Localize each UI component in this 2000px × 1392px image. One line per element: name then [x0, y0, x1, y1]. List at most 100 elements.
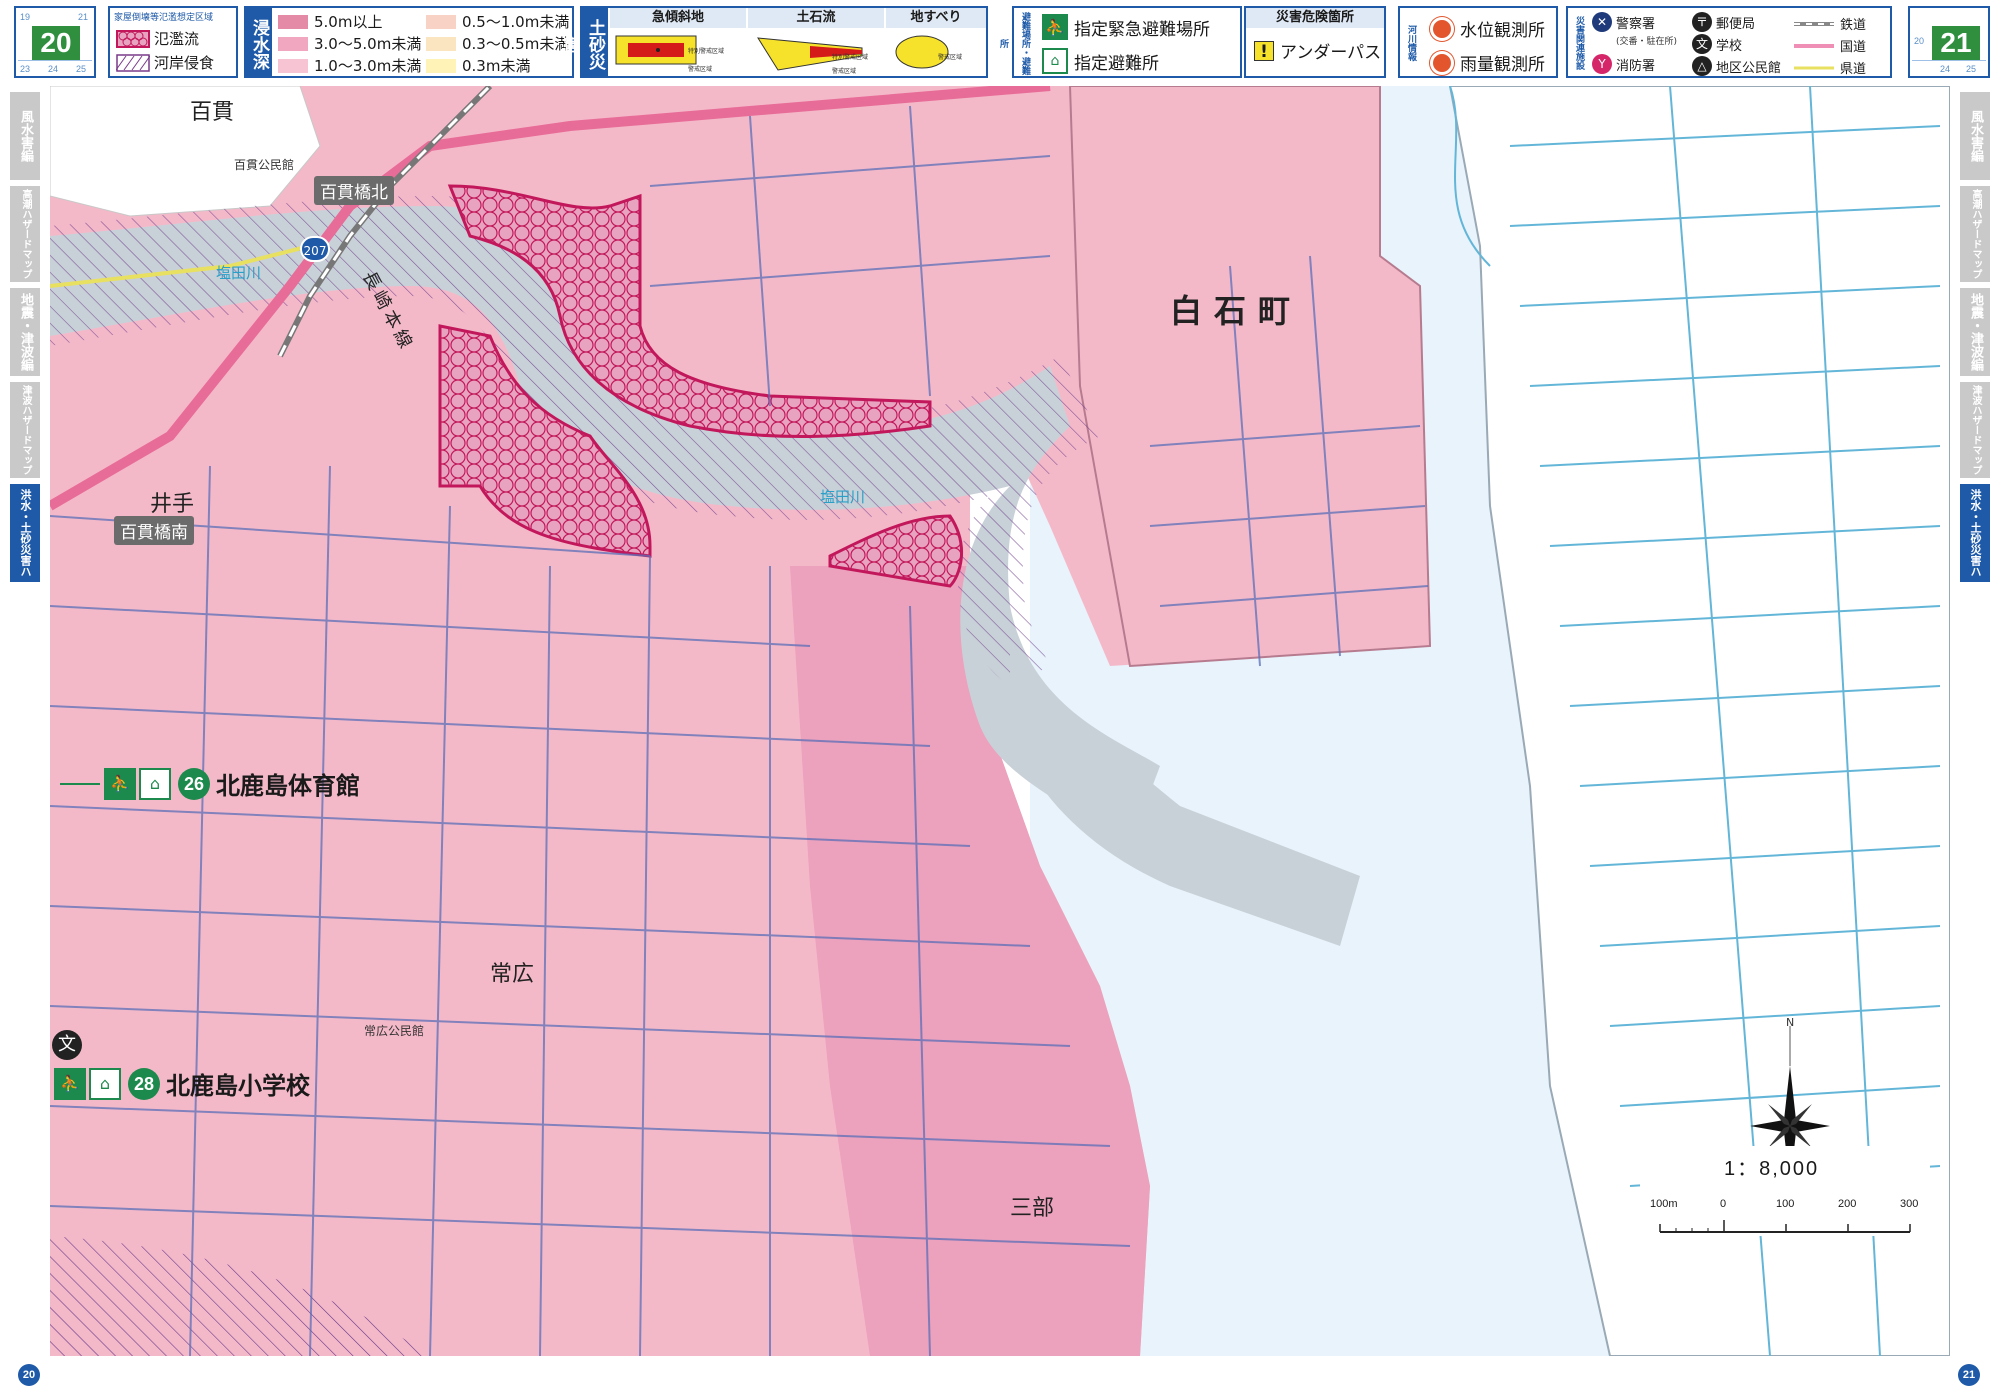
scale-label: 300 — [1900, 1198, 1919, 1210]
shelter-name: 北鹿島小学校 — [166, 1072, 310, 1100]
side-tab-wind-flood-left[interactable]: 風水害編 — [10, 92, 40, 180]
legend-danger-title: 災害危険箇所 — [1246, 8, 1384, 28]
legend-facilities-title: 災害関連施設 — [1568, 8, 1590, 76]
police-icon: ✕ — [1592, 12, 1612, 32]
legend-inundation-title: 浸水深 — [246, 8, 272, 76]
page-number-right: 21 — [1932, 26, 1980, 60]
swatch-05-1m — [426, 14, 456, 29]
side-tab-flood-active-left[interactable]: 洪水・土砂災害ハザードマップ — [0, 484, 40, 582]
swatch-5m — [278, 14, 308, 29]
compass-north-letter: N — [1786, 1016, 1795, 1029]
scale-label: 200 — [1838, 1198, 1857, 1210]
legend-label: 警察署 — [1616, 16, 1656, 32]
legend-debris-flow-head: 土石流 — [748, 8, 884, 28]
railway-line-swatch — [1794, 21, 1834, 26]
side-tab-tsunami-left[interactable]: 津波ハザードマップ — [10, 382, 40, 478]
page-badge-left[interactable]: 19 21 20 23 24 25 — [14, 6, 96, 78]
station-label-north[interactable]: 百貫橋北 — [314, 176, 394, 205]
side-tab-earthquake-right[interactable]: 地震・津波編 — [1960, 288, 1990, 376]
badge-divider — [18, 60, 92, 61]
scale-ratio: 1：8,000 — [1724, 1158, 1820, 1180]
legend-river-title: 河川情報 — [1400, 8, 1422, 76]
legend-danger: 災害危険箇所 ! アンダーパス — [1244, 6, 1386, 78]
station-label-south[interactable]: 百貫橋南 — [114, 516, 194, 545]
legend-label: アンダーパス — [1280, 43, 1382, 63]
shelter-icon: ⌂ — [139, 767, 171, 800]
post-office-icon: 〒 — [1692, 12, 1712, 32]
shelter-icon: ⌂ — [1042, 48, 1068, 74]
legend-row: 鉄道 — [1794, 14, 1866, 33]
nav-page-label[interactable]: 24 — [1940, 64, 1950, 74]
shelter-kitakashima-gym[interactable]: ⛹ ⌂ 26 北鹿島体育館 — [60, 766, 360, 801]
side-tab-tsunami-right[interactable]: 津波ハザードマップ — [1960, 382, 1990, 478]
water-level-station-icon — [1430, 16, 1454, 41]
side-tab-storm-surge-right[interactable]: 高潮ハザードマップ — [1960, 186, 1990, 282]
legend-row: 河岸侵食 — [116, 52, 214, 73]
place-label-tsunehiro: 常広 — [490, 962, 535, 987]
legend-row: 雨量観測所 — [1430, 50, 1545, 75]
nav-page-label[interactable]: 21 — [78, 12, 88, 22]
route-207-shield: 207 — [300, 236, 330, 262]
nav-page-label[interactable]: 25 — [76, 64, 86, 74]
legend-row: ⛹ 指定緊急避難場所 — [1042, 14, 1210, 40]
river-label-upper: 塩田川 — [216, 264, 262, 282]
footer-page-left: 20 — [18, 1364, 40, 1386]
legend-label: 水位観測所 — [1460, 21, 1545, 41]
legend-row: 5.0m以上 — [278, 11, 382, 32]
nav-page-label[interactable]: 24 — [48, 64, 58, 74]
legend-label: 指定緊急避難場所 — [1074, 19, 1210, 40]
page-badge-right[interactable]: 20 21 24 25 — [1908, 6, 1990, 78]
shelter-name: 北鹿島体育館 — [216, 772, 360, 800]
place-label-hyakkan: 百貫 — [190, 100, 235, 125]
side-tab-wind-flood-right[interactable]: 風水害編 — [1960, 92, 1990, 180]
legend-label: 指定避難所 — [1074, 53, 1159, 74]
legend-label: 3.0～5.0m未満 — [314, 35, 422, 53]
national-road-swatch — [1794, 43, 1834, 48]
shelter-icon: ⌂ — [89, 1067, 121, 1100]
nav-page-label[interactable]: 23 — [20, 64, 30, 74]
flood-flow-swatch — [116, 29, 150, 48]
legend-small-label: 警戒区域 — [688, 66, 713, 73]
legend-row: 3.0～5.0m未満 — [278, 33, 421, 54]
connector-line — [60, 782, 100, 785]
side-tab-storm-surge-left[interactable]: 高潮ハザードマップ — [10, 186, 40, 282]
swatch-3-5m — [278, 36, 308, 51]
emergency-shelter-icon: ⛹ — [1042, 14, 1068, 40]
scale-bar: 1：8,000 100m 0 100 200 300 — [1640, 1146, 1930, 1236]
legend-small-label: 警戒区域 — [938, 54, 963, 61]
legend-label: 消防署 — [1616, 58, 1656, 74]
scale-label: 0 — [1720, 1198, 1727, 1210]
nav-page-label[interactable]: 19 — [20, 12, 30, 22]
legend-bar: 19 21 20 23 24 25 家屋倒壊等氾濫想定区域 氾濫流 河岸侵食 浸… — [0, 0, 2000, 86]
legend-small-label: 特別警戒区域 — [832, 54, 869, 61]
place-label-sanbu: 三部 — [1010, 1196, 1055, 1221]
scale-label: 100 — [1776, 1198, 1795, 1210]
swatch-1-3m — [278, 58, 308, 73]
place-label-shiroishi-town: 白石町 — [1170, 292, 1303, 330]
hazard-map[interactable]: 百貫 井手 常広 三部 白石町 塩田川 塩田川 長崎本線 百貫橋北 百貫橋南 2… — [50, 86, 1950, 1356]
legend-row: 0.5～1.0m未満 — [426, 11, 569, 32]
legend-row: Y 消防署 — [1592, 54, 1655, 74]
footer-page-right: 21 — [1958, 1364, 1980, 1386]
legend-row: 県道 — [1794, 58, 1866, 77]
shelter-kitakashima-elementary[interactable]: ⛹ ⌂ 28 北鹿島小学校 — [54, 1066, 310, 1101]
emergency-shelter-icon: ⛹ — [54, 1067, 86, 1100]
emergency-shelter-icon: ⛹ — [104, 767, 136, 800]
fire-station-icon: Y — [1592, 54, 1612, 74]
legend-row: 0.3～0.5m未満 — [426, 33, 569, 54]
legend-landslide: 土砂災害 急傾斜地 土石流 地すべり 特別警戒区域 警戒区域 特別警戒区域 警戒… — [559, 6, 988, 78]
swatch-03-05m — [426, 36, 456, 51]
swatch-under-03m — [426, 58, 456, 73]
legend-label: 学校 — [1716, 38, 1743, 54]
side-tab-earthquake-left[interactable]: 地震・津波編 — [10, 288, 40, 376]
legend-steep-slope-head: 急傾斜地 — [610, 8, 746, 28]
nav-page-label[interactable]: 20 — [1914, 36, 1924, 46]
legend-label: 1.0～3.0m未満 — [314, 57, 422, 75]
nav-page-label[interactable]: 25 — [1966, 64, 1976, 74]
side-tab-flood-active-right[interactable]: 洪水・土砂災害ハザードマップ — [1939, 484, 1990, 582]
legend-landslide-head: 地すべり — [886, 8, 986, 28]
badge-divider — [1912, 60, 1986, 61]
legend-evacuation: 避難場所・避難所 ⛹ 指定緊急避難場所 ⌂ 指定避難所 — [998, 6, 1242, 78]
legend-label: 国道 — [1840, 40, 1867, 55]
community-hall-icon: △ — [1692, 56, 1712, 76]
